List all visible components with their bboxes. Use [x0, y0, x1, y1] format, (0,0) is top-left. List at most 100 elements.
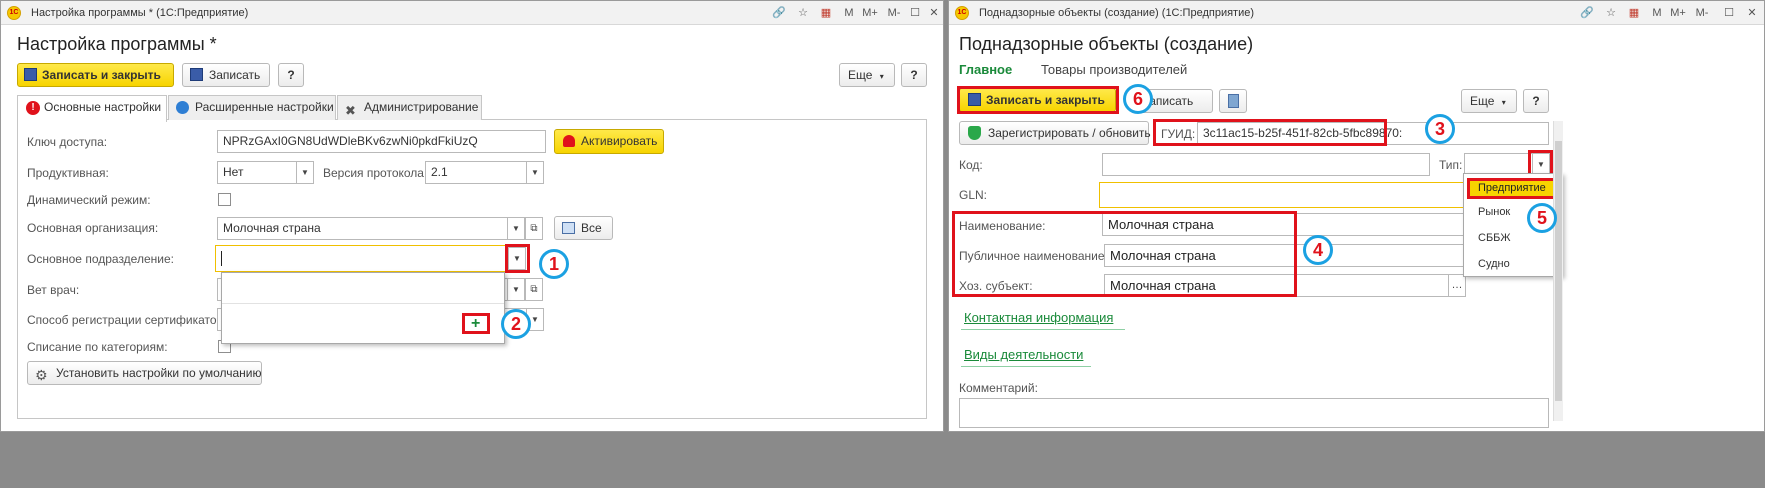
dynamic-mode-checkbox[interactable] — [218, 193, 231, 206]
type-option-market[interactable]: Рынок — [1478, 206, 1510, 218]
app-logo-icon: 1С — [955, 6, 969, 20]
organization-open-button[interactable]: ⧉ — [525, 217, 543, 240]
protocol-dropdown-button[interactable]: ▼ — [526, 161, 544, 184]
list-icon — [562, 222, 575, 234]
maximize-icon[interactable]: ☐ — [907, 5, 923, 21]
access-key-label: Ключ доступа: — [27, 135, 108, 149]
vet-dropdown-button[interactable]: ▼ — [507, 278, 525, 301]
gear-icon: ⚙ — [35, 367, 48, 383]
division-dropdown-popup: + — [221, 272, 505, 344]
link-icon[interactable]: 🔗 — [1579, 5, 1595, 21]
business-entity-select-button[interactable]: … — [1448, 274, 1466, 297]
callout-2: 2 — [501, 309, 531, 339]
dropdown-list-empty-row — [222, 303, 504, 304]
nav-producer-goods[interactable]: Товары производителей — [1041, 62, 1187, 77]
activity-types-link[interactable]: Виды деятельности — [964, 347, 1083, 362]
tab-advanced-settings[interactable]: Расширенные настройки — [168, 95, 336, 120]
tools-icon: ✖ — [345, 103, 356, 118]
memory-m-button[interactable]: M — [841, 5, 857, 21]
gln-input[interactable] — [1099, 182, 1469, 208]
delete-button[interactable] — [1219, 89, 1247, 113]
plus-icon: + — [471, 315, 481, 332]
save-icon — [24, 68, 37, 81]
calendar-icon[interactable]: ▦ — [1626, 5, 1642, 21]
all-button[interactable]: Все — [554, 216, 613, 240]
vet-open-button[interactable]: ⧉ — [525, 278, 543, 301]
highlight-box-3 — [1153, 119, 1387, 146]
activate-button[interactable]: Активировать — [554, 129, 664, 154]
warning-icon: ! — [26, 101, 40, 115]
objects-window: 1С Поднадзорные объекты (создание) (1С:П… — [948, 0, 1765, 432]
dynamic-mode-label: Динамический режим: — [27, 193, 151, 207]
type-option-enterprise[interactable]: Предприятие — [1467, 178, 1557, 199]
objects-titlebar: 1С Поднадзорные объекты (создание) (1С:П… — [949, 1, 1764, 25]
more-menu-button[interactable]: Еще ▾ — [1461, 89, 1517, 113]
app-logo-icon: 1С — [7, 6, 21, 20]
callout-3: 3 — [1425, 114, 1455, 144]
contact-link-underline — [961, 329, 1125, 330]
access-key-input[interactable]: NPRzGAxI0GN8UdWDleBKv6zwNi0pkdFkiUzQ — [217, 130, 546, 153]
objects-window-title: Поднадзорные объекты (создание) (1С:Пред… — [979, 7, 1255, 19]
vet-label: Вет врач: — [27, 283, 80, 297]
save-and-close-button[interactable]: Записать и закрыть — [17, 63, 174, 87]
comment-input[interactable] — [959, 398, 1549, 428]
close-icon[interactable]: ✕ — [1744, 5, 1760, 21]
alarm-icon — [563, 135, 575, 147]
main-organization-label: Основная организация: — [27, 221, 159, 235]
organization-dropdown-button[interactable]: ▼ — [507, 217, 525, 240]
memory-plus-button[interactable]: M+ — [1667, 5, 1689, 21]
tab-main-settings[interactable]: ! Основные настройки — [17, 95, 167, 122]
type-label: Тип: — [1439, 158, 1463, 172]
protocol-select[interactable]: 2.1 — [425, 161, 527, 184]
protocol-label: Версия протокола: — [323, 166, 428, 180]
save-button[interactable]: Записать — [182, 63, 270, 87]
trash-icon — [1228, 94, 1239, 108]
category-writeoff-label: Списание по категориям: — [27, 340, 168, 354]
set-defaults-button[interactable]: ⚙ Установить настройки по умолчанию — [27, 361, 262, 385]
text-cursor — [221, 251, 222, 266]
more-menu-button[interactable]: Еще ▾ — [839, 63, 895, 87]
help-button[interactable]: ? — [278, 63, 304, 87]
add-new-button[interactable]: + — [462, 313, 490, 334]
type-option-sbbzh[interactable]: СББЖ — [1478, 232, 1511, 244]
productive-select[interactable]: Нет — [217, 161, 297, 184]
memory-minus-button[interactable]: M- — [883, 5, 905, 21]
main-division-label: Основное подразделение: — [27, 252, 174, 266]
highlight-box-4 — [952, 211, 1297, 297]
memory-plus-button[interactable]: M+ — [859, 5, 881, 21]
memory-minus-button[interactable]: M- — [1691, 5, 1713, 21]
memory-m-button[interactable]: M — [1649, 5, 1665, 21]
shield-icon — [968, 126, 981, 140]
callout-4: 4 — [1303, 235, 1333, 265]
code-input[interactable] — [1102, 153, 1430, 176]
help-button-right[interactable]: ? — [901, 63, 927, 87]
calendar-icon[interactable]: ▦ — [818, 5, 834, 21]
vertical-scrollbar[interactable] — [1553, 121, 1563, 421]
settings-window: 1С Настройка программы * (1С:Предприятие… — [0, 0, 944, 432]
bookmark-icon[interactable]: ☆ — [1603, 5, 1619, 21]
main-division-input[interactable] — [215, 245, 509, 272]
type-option-vessel[interactable]: Судно — [1478, 258, 1510, 270]
bookmark-icon[interactable]: ☆ — [795, 5, 811, 21]
highlight-box-6 — [957, 86, 1119, 114]
main-organization-input[interactable]: Молочная страна — [217, 217, 508, 240]
settings-window-title: Настройка программы * (1С:Предприятие) — [31, 7, 249, 19]
dropdown-arrow-icon: ▾ — [879, 72, 884, 81]
productive-dropdown-button[interactable]: ▼ — [296, 161, 314, 184]
bottom-taskbar-strip — [0, 432, 1765, 488]
settings-titlebar: 1С Настройка программы * (1С:Предприятие… — [1, 1, 943, 25]
cert-registration-label: Способ регистрации сертификатов: — [27, 313, 227, 327]
comment-label: Комментарий: — [959, 381, 1038, 395]
link-icon[interactable]: 🔗 — [771, 5, 787, 21]
register-update-button[interactable]: Зарегистрировать / обновить — [959, 121, 1151, 145]
scrollbar-thumb[interactable] — [1555, 141, 1562, 401]
close-icon[interactable]: ✕ — [926, 5, 942, 21]
maximize-icon[interactable]: ☐ — [1721, 5, 1737, 21]
contact-info-link[interactable]: Контактная информация — [964, 310, 1113, 325]
gear-icon — [176, 101, 189, 114]
help-button[interactable]: ? — [1523, 89, 1549, 113]
highlight-box-1 — [505, 244, 530, 273]
nav-main[interactable]: Главное — [959, 62, 1012, 77]
page-title: Настройка программы * — [17, 34, 217, 54]
tab-administration[interactable]: ✖ Администрирование — [337, 95, 482, 120]
